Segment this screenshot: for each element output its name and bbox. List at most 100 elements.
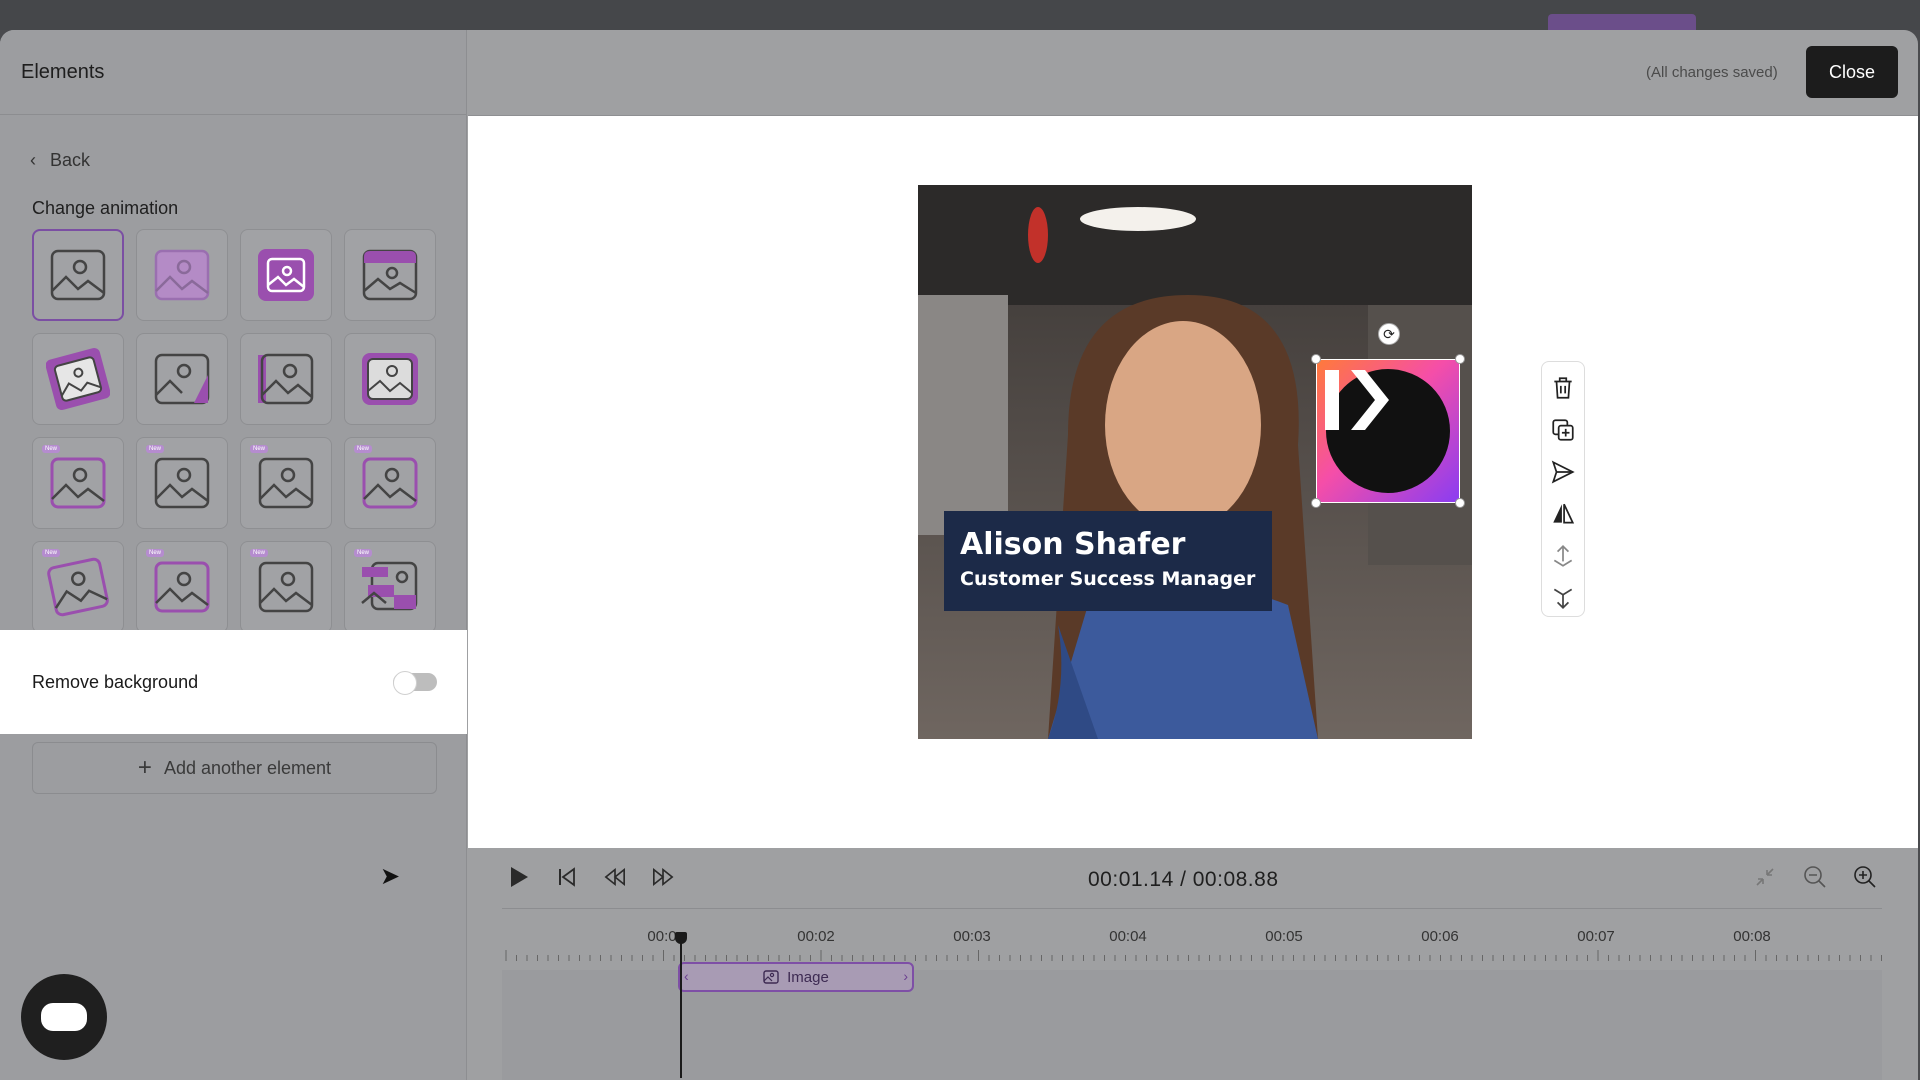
new-badge: New — [42, 445, 61, 453]
tick-label: 00:07 — [1577, 928, 1615, 945]
chat-support-button[interactable] — [21, 974, 107, 1060]
add-element-button[interactable]: + Add another element — [32, 742, 437, 794]
fit-timeline-icon[interactable] — [1752, 864, 1778, 890]
new-badge: New — [146, 549, 165, 557]
image-icon — [258, 561, 314, 613]
animation-option[interactable]: New — [240, 437, 332, 529]
video-frame[interactable]: Alison Shafer Customer Success Manager ⟳ — [918, 185, 1472, 739]
plus-icon: + — [137, 754, 152, 781]
canvas-area: Alison Shafer Customer Success Manager ⟳ — [468, 116, 1918, 848]
image-icon — [362, 457, 418, 509]
name-lower-third[interactable]: Alison Shafer Customer Success Manager — [944, 511, 1272, 611]
animation-option[interactable] — [32, 229, 124, 321]
bring-forward-icon[interactable] — [1548, 539, 1578, 574]
person-role: Customer Success Manager — [960, 568, 1256, 590]
timeline-panel: 00:01.14 / 00:08.88 00:0 00:02 00:03 00:… — [468, 848, 1918, 1080]
image-clip[interactable]: ‹ Image › — [678, 962, 914, 992]
skip-to-start-icon[interactable] — [556, 866, 578, 888]
image-icon — [154, 457, 210, 509]
trash-icon[interactable] — [1548, 370, 1578, 405]
zoom-controls — [1752, 864, 1878, 890]
image-icon — [258, 249, 314, 301]
resize-handle[interactable] — [1455, 354, 1465, 364]
tick-label: 00:0 — [647, 928, 677, 945]
panel-header: Elements — [0, 30, 466, 115]
animation-option[interactable]: New — [32, 541, 124, 633]
play-icon[interactable] — [508, 866, 530, 888]
zoom-in-icon[interactable] — [1852, 864, 1878, 890]
image-icon — [362, 249, 418, 301]
new-badge: New — [250, 549, 269, 557]
remove-background-row: Remove background — [0, 630, 467, 734]
resize-handle[interactable] — [1455, 498, 1465, 508]
animation-option[interactable]: New — [240, 541, 332, 633]
tick-label: 00:06 — [1421, 928, 1459, 945]
playhead[interactable] — [675, 932, 687, 1078]
close-button[interactable]: Close — [1806, 46, 1898, 98]
chat-bubble-icon — [41, 1003, 87, 1037]
clip-trim-right-icon[interactable]: › — [903, 968, 908, 984]
animation-option[interactable]: New — [32, 437, 124, 529]
remove-background-toggle[interactable] — [393, 671, 437, 695]
resize-handle[interactable] — [1311, 354, 1321, 364]
panel-title: Elements — [21, 60, 105, 83]
animation-option[interactable]: New — [136, 437, 228, 529]
fast-forward-icon[interactable] — [652, 866, 674, 888]
element-toolbar — [1541, 361, 1585, 617]
image-icon — [763, 970, 779, 984]
rotate-handle-icon[interactable]: ⟳ — [1378, 323, 1400, 345]
image-icon — [154, 249, 210, 301]
animation-option[interactable] — [32, 333, 124, 425]
mouse-cursor-icon: ➤ — [380, 863, 401, 890]
editor-modal: Elements ‹ Back Change animation New New… — [0, 30, 1918, 1080]
animation-option[interactable]: New — [344, 541, 436, 633]
image-icon — [361, 561, 418, 611]
new-badge: New — [354, 445, 373, 453]
new-badge: New — [250, 445, 269, 453]
image-icon — [46, 347, 110, 411]
image-icon — [154, 561, 210, 613]
animation-option[interactable] — [240, 333, 332, 425]
duplicate-icon[interactable] — [1548, 412, 1578, 447]
top-action-button[interactable] — [1548, 14, 1696, 30]
chevron-left-icon: ‹ — [30, 150, 36, 170]
elements-panel: Elements ‹ Back Change animation New New… — [0, 30, 467, 1080]
timeline-divider — [502, 908, 1882, 909]
animation-grid: New New New New New New New New — [32, 229, 436, 633]
image-icon — [47, 557, 109, 617]
tick-label: 00:04 — [1109, 928, 1147, 945]
animation-option[interactable]: New — [136, 541, 228, 633]
animation-option[interactable] — [136, 333, 228, 425]
resize-handle[interactable] — [1311, 498, 1321, 508]
new-badge: New — [354, 549, 373, 557]
zoom-out-icon[interactable] — [1802, 864, 1828, 890]
image-icon — [258, 353, 314, 405]
flip-icon[interactable] — [1548, 497, 1578, 532]
selected-logo-element[interactable] — [1316, 359, 1460, 503]
image-icon — [258, 457, 314, 509]
tick-label: 00:08 — [1733, 928, 1771, 945]
back-button[interactable]: ‹ Back — [30, 150, 90, 171]
timecode: 00:01.14 / 00:08.88 — [1088, 868, 1279, 891]
back-label: Back — [50, 150, 91, 170]
tick-label: 00:02 — [797, 928, 835, 945]
tick-label: 00:03 — [953, 928, 991, 945]
remove-background-label: Remove background — [32, 671, 199, 692]
playback-controls — [508, 866, 674, 888]
rewind-icon[interactable] — [604, 866, 626, 888]
clip-trim-left-icon[interactable]: ‹ — [684, 968, 689, 984]
animation-option[interactable] — [240, 229, 332, 321]
send-icon[interactable] — [1548, 454, 1578, 489]
image-icon — [50, 457, 106, 509]
new-badge: New — [42, 549, 61, 557]
clip-label: Image — [787, 968, 829, 986]
animation-option[interactable]: New — [344, 437, 436, 529]
image-icon — [362, 353, 418, 405]
image-icon — [50, 249, 106, 301]
save-status: (All changes saved) — [1646, 64, 1778, 81]
animation-option[interactable] — [344, 229, 436, 321]
animation-option[interactable] — [136, 229, 228, 321]
send-backward-icon[interactable] — [1548, 581, 1578, 616]
animation-option[interactable] — [344, 333, 436, 425]
new-badge: New — [146, 445, 165, 453]
